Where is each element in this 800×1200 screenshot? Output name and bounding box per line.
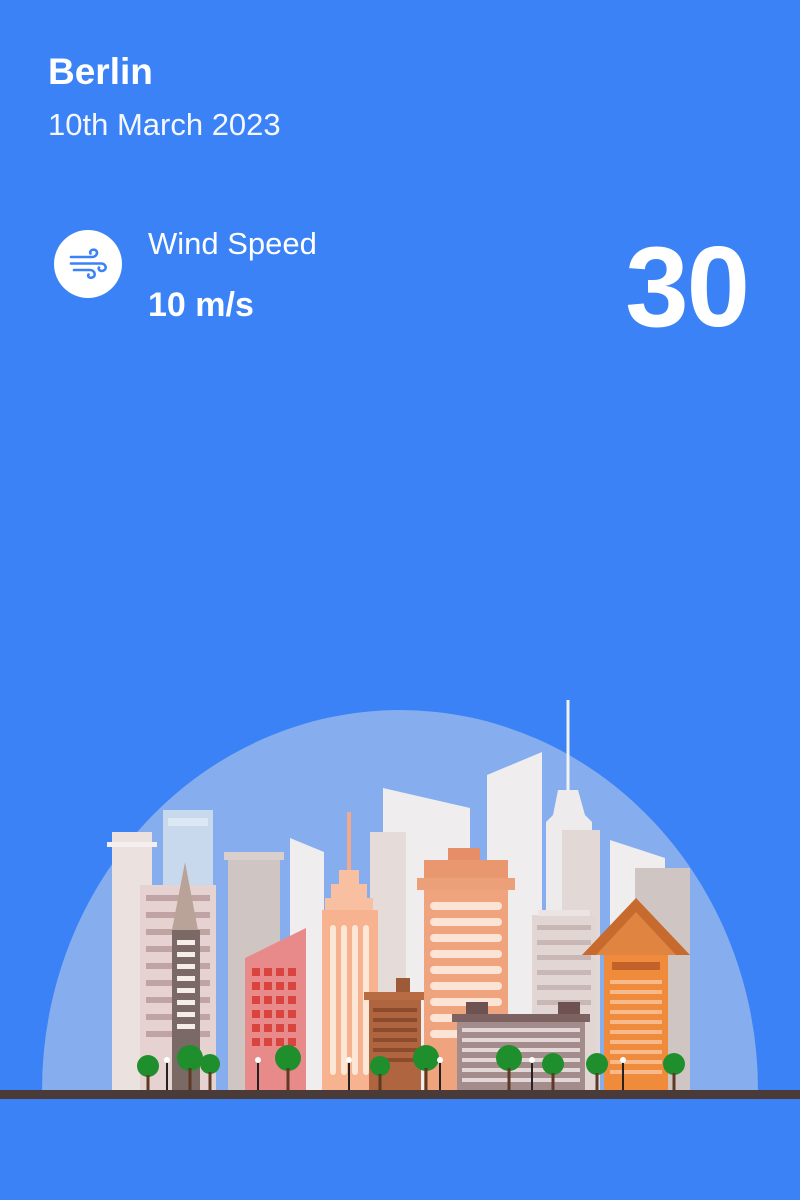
- date-label: 10th March 2023: [48, 107, 281, 142]
- wind-icon: [54, 230, 122, 298]
- temperature-value: 30: [625, 224, 750, 351]
- wind-speed-value: 10 m/s: [148, 286, 254, 324]
- city-name: Berlin: [48, 51, 153, 92]
- wind-speed-label: Wind Speed: [148, 226, 317, 261]
- city-skyline-illustration: [0, 700, 800, 1099]
